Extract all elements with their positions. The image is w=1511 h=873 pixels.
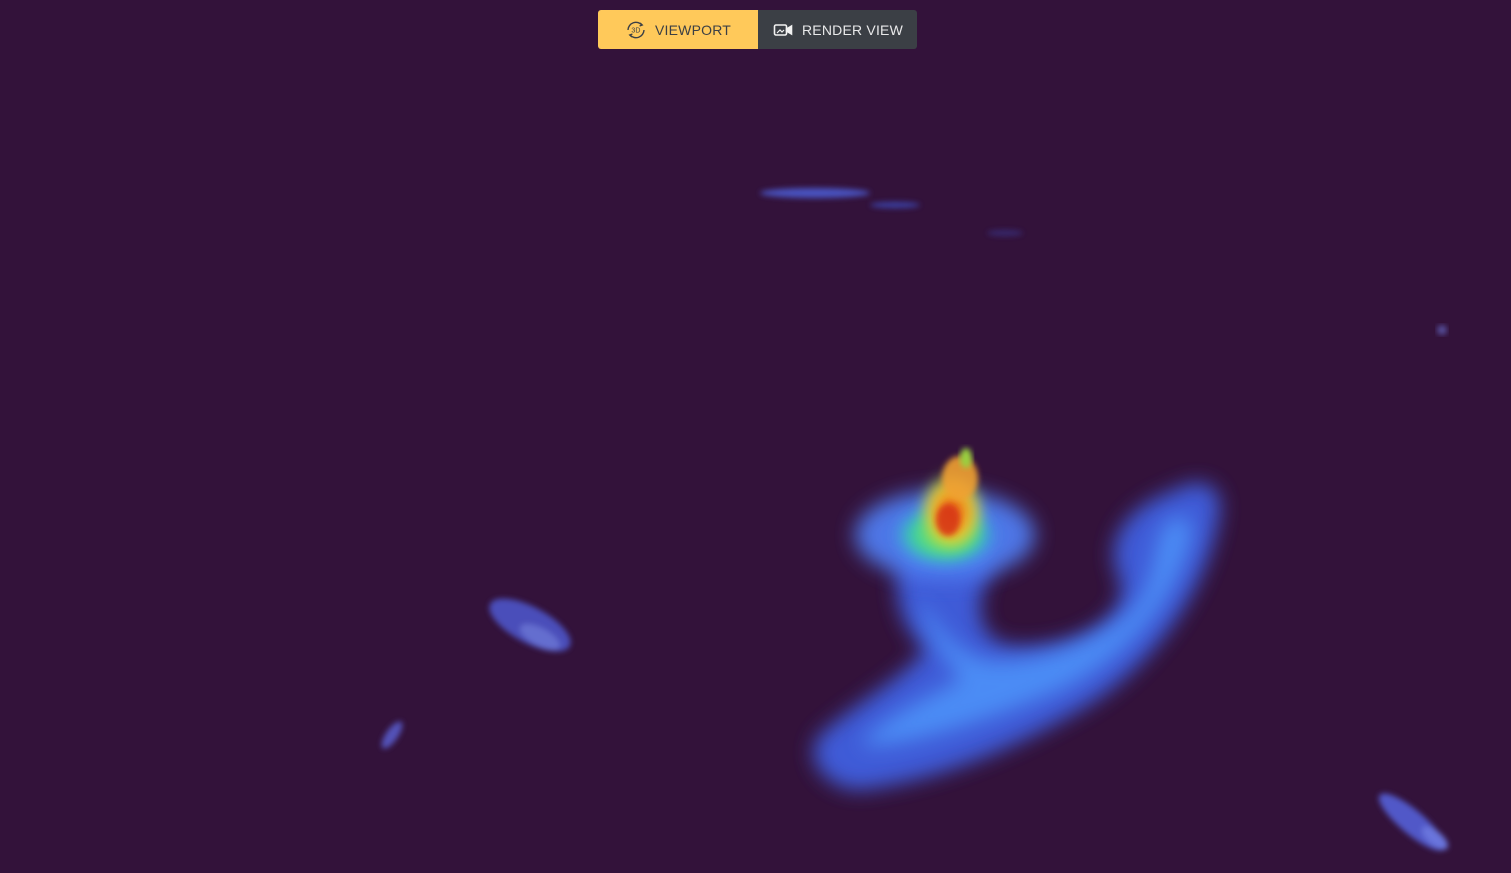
render-view-button-label: RENDER VIEW [802,21,903,38]
point-cluster-far-left [381,721,403,749]
point-cloud-render [381,188,1449,851]
point-cluster-bottom-right [1378,793,1449,851]
3d-viewport-canvas[interactable]: 3D VIEWPORT RENDER VIEW [0,0,1511,873]
point-cluster-left [489,598,571,652]
view-mode-toggle: 3D VIEWPORT RENDER VIEW [598,10,917,49]
svg-text:3D: 3D [631,27,640,34]
point-speck-right [1437,325,1447,335]
viewport-button-label: VIEWPORT [654,21,732,38]
point-cluster-main [813,448,1221,790]
render-view-button[interactable]: RENDER VIEW [758,10,917,49]
video-camera-icon [772,19,794,41]
viewport-button[interactable]: 3D VIEWPORT [598,10,758,49]
point-cluster-top [760,188,1023,236]
3d-rotate-icon: 3D [625,19,647,41]
